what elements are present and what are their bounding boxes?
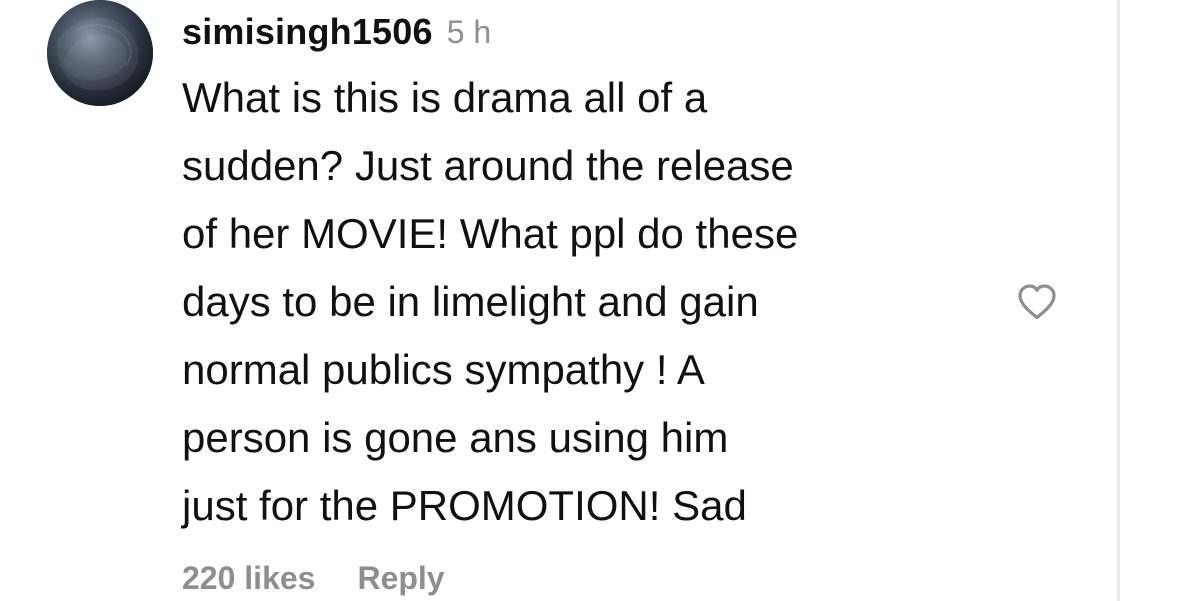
like-button[interactable] bbox=[1010, 277, 1064, 325]
avatar[interactable] bbox=[47, 0, 153, 106]
comment-header: simisingh1506 5 h bbox=[182, 0, 1002, 64]
comment-text: What is this is drama all of a sudden? J… bbox=[182, 74, 799, 529]
comment-content: simisingh1506 5 h What is this is drama … bbox=[182, 0, 1002, 540]
comment-actions: 220 likes Reply bbox=[182, 560, 445, 597]
username-link[interactable]: simisingh1506 bbox=[182, 11, 433, 53]
likes-count-button[interactable]: 220 likes bbox=[182, 560, 315, 597]
comment-time: 5 h bbox=[446, 13, 492, 50]
comment-screen: simisingh1506 5 h What is this is drama … bbox=[0, 0, 1200, 601]
right-empty-area bbox=[1120, 0, 1200, 601]
avatar-image bbox=[47, 0, 153, 106]
heart-outline-icon bbox=[1018, 284, 1056, 320]
reply-button[interactable]: Reply bbox=[357, 560, 444, 597]
